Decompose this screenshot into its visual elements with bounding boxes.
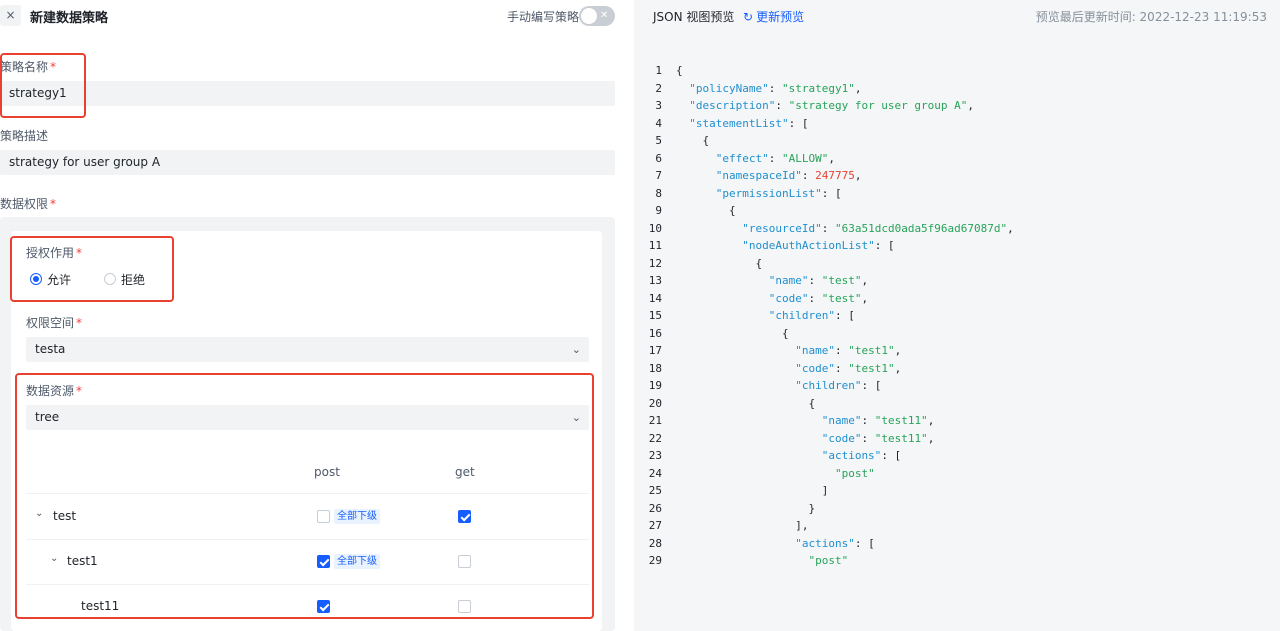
chevron-down-icon: ⌄ [571,343,581,356]
line-number: 12 [648,256,662,270]
code-text: "name": "test1", [795,344,902,357]
page-title: 新建数据策略 [30,11,109,26]
code-text: "code": "test11", [821,431,935,445]
line-number: 27 [648,519,662,532]
line-number: 17 [648,344,662,357]
line-number: 5 [655,134,662,147]
line-number: 22 [648,431,662,445]
code-text: "statementList": [ [689,116,809,130]
line-number: 16 [648,326,662,340]
description-input[interactable]: strategy for user group A [0,150,615,175]
namespace-label-text: 权限空间 [26,316,75,330]
code-text: "permissionList": [ [715,186,842,200]
line-number: 10 [648,221,662,235]
data-permission-label-text: 数据权限 [0,197,49,211]
toggle-off-icon: ✕ [600,10,609,21]
description-label: 策略描述 [0,129,49,143]
json-preview-panel: JSON 视图预览 ↻ 更新预览 预览最后更新时间: 2022-12-23 11:… [634,0,1280,631]
highlight-box-policy-name [0,53,86,118]
preview-title: JSON 视图预览 [653,10,735,24]
code-text: ], [676,519,809,532]
line-number: 18 [648,361,662,375]
line-number: 28 [648,536,662,550]
data-permission-label: 数据权限 * [0,195,56,212]
line-number: 9 [655,204,662,217]
code-text: { [676,204,736,217]
line-number: 24 [648,466,662,480]
code-text: "children": [ [768,309,855,322]
code-text: "namespaceId": 247775, [715,169,862,182]
policy-form-panel: × 新建数据策略 手动编写策略 ✕ 策略名称 * strategy1 策略描述 s… [0,0,634,631]
last-updated-text: 预览最后更新时间: 2022-12-23 11:19:53 [1035,10,1267,24]
line-number: 26 [648,501,662,515]
code-text: "children": [ [795,379,882,392]
line-number: 23 [648,449,662,462]
manual-mode-label: 手动编写策略 [507,10,580,24]
close-icon: × [5,8,16,22]
line-number: 3 [655,99,662,112]
highlight-box-effect [10,236,174,302]
namespace-value: testa [35,342,66,356]
refresh-preview-label: 更新预览 [756,10,805,24]
line-number: 13 [648,274,662,287]
code-text: "actions": [ [821,449,902,462]
code-text: } [676,501,816,515]
line-number: 20 [648,396,662,410]
code-text: "actions": [ [795,536,875,550]
close-button[interactable]: × [0,5,21,26]
form-header: × 新建数据策略 手动编写策略 ✕ [0,0,634,34]
line-number: 25 [648,484,662,497]
code-text: { [676,326,789,340]
code-text: "nodeAuthActionList": [ [742,239,895,252]
line-number: 29 [648,554,662,567]
manual-mode-toggle[interactable]: ✕ [579,6,615,26]
code-text: "post" [808,554,849,567]
required-mark: * [50,197,57,211]
line-number: 8 [655,186,662,200]
code-text: "name": "test", [768,274,869,287]
namespace-label: 权限空间 * [26,314,82,331]
line-number: 21 [648,414,662,427]
line-number: 7 [655,169,662,182]
code-text: "policyName": "strategy1", [689,81,862,95]
line-number: 19 [648,379,662,392]
code-text: "resourceId": "63a51dcd0ada5f96ad67087d"… [742,221,1014,235]
code-text: { [676,396,816,410]
code-text: { [676,256,763,270]
refresh-preview-button[interactable]: ↻ 更新预览 [743,8,804,25]
line-number: 6 [655,151,662,165]
code-text: "code": "test1", [795,361,902,375]
code-text: { [676,134,710,147]
policy-name-input[interactable]: strategy1 [0,81,615,106]
code-text: ] [676,484,829,497]
code-text: { [676,64,683,77]
line-number: 1 [655,64,662,77]
code-text: "name": "test11", [821,414,935,427]
toggle-knob [581,8,597,24]
code-text: "description": "strategy for user group … [689,99,975,112]
required-mark: * [76,316,83,330]
code-text: "post" [834,466,875,480]
line-number: 14 [648,291,662,305]
code-text: "effect": "ALLOW", [715,151,835,165]
namespace-select[interactable]: testa ⌄ [26,337,589,362]
highlight-box-resource [15,373,594,619]
code-text: "code": "test", [768,291,869,305]
line-number: 15 [648,309,662,322]
line-number: 2 [655,81,662,95]
line-number: 11 [648,239,662,252]
refresh-icon: ↻ [743,10,754,24]
line-number: 4 [655,116,662,130]
